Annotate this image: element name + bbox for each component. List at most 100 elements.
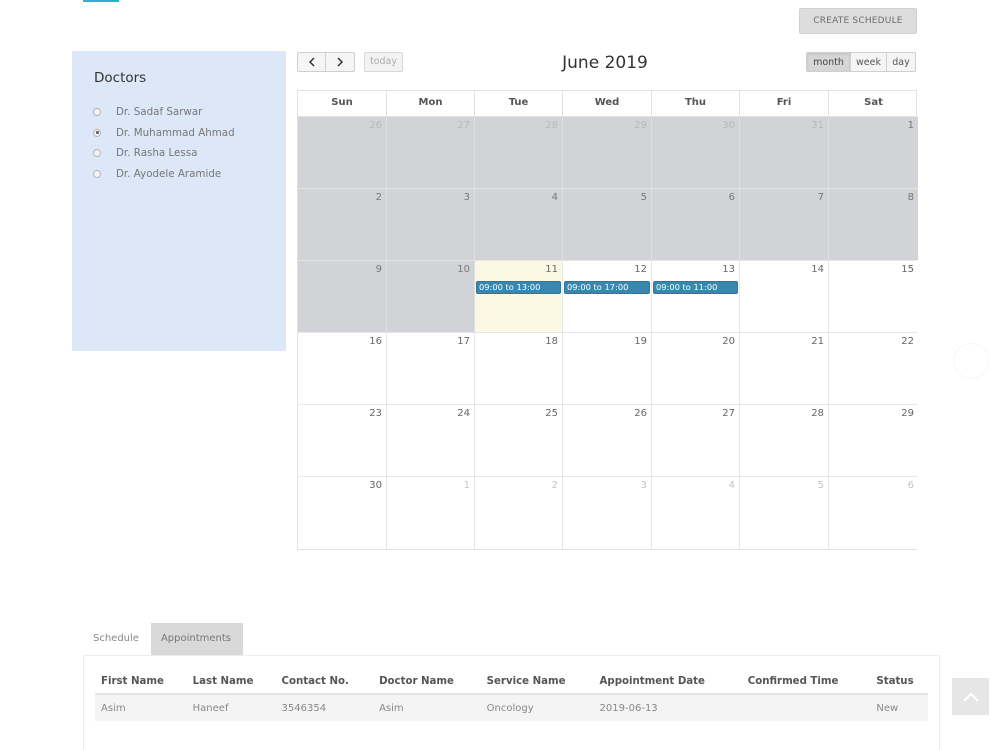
- column-header: Confirmed Time: [741, 669, 871, 695]
- column-header: Contact No.: [275, 669, 374, 695]
- tab-schedule[interactable]: Schedule: [83, 623, 151, 655]
- appointments-panel: First Name Last Name Contact No. Doctor Nam…: [83, 655, 940, 750]
- calendar-day-cell[interactable]: 19: [563, 333, 652, 404]
- chevron-left-icon: [308, 57, 315, 67]
- calendar-day-cell[interactable]: 22: [829, 333, 918, 404]
- calendar-day-cell[interactable]: 5: [740, 477, 829, 549]
- calendar-day-cell[interactable]: 29: [563, 117, 652, 188]
- calendar-day-cell[interactable]: 5: [563, 189, 652, 260]
- calendar-day-cell[interactable]: 30: [652, 117, 740, 188]
- table-row[interactable]: Asim Haneef 3546354 Asim Oncology 2019-06-13 N…: [95, 694, 928, 721]
- calendar-day-cell[interactable]: 26: [298, 117, 387, 188]
- calendar-day-cell[interactable]: 30: [298, 477, 387, 549]
- doctor-radio[interactable]: [93, 169, 101, 178]
- day-number: 16: [369, 336, 382, 347]
- day-view-button[interactable]: day: [887, 52, 916, 72]
- doctor-option[interactable]: Dr. Ayodele Aramide: [93, 164, 235, 185]
- calendar-day-cell[interactable]: 17: [387, 333, 475, 404]
- month-view-button[interactable]: month: [806, 52, 851, 72]
- calendar-day-cell[interactable]: 1: [829, 117, 918, 188]
- day-number: 4: [728, 480, 735, 491]
- day-number: 14: [811, 264, 824, 275]
- weekday-mon: Mon: [387, 91, 475, 116]
- column-header: Last Name: [186, 669, 276, 695]
- day-number: 2: [375, 192, 382, 203]
- day-number: 15: [901, 264, 914, 275]
- calendar-day-cell[interactable]: 10: [387, 261, 475, 332]
- doctors-list: Dr. Sadaf Sarwar Dr. Muhammad Ahmad Dr. Ra…: [93, 102, 235, 184]
- calendar-week-row: 30 1 2 3 4 5 6: [298, 477, 918, 549]
- calendar-day-cell[interactable]: 24: [387, 405, 475, 476]
- day-number: 31: [811, 120, 824, 131]
- calendar-day-cell[interactable]: 27: [387, 117, 475, 188]
- schedule-event[interactable]: 09:00 to 17:00: [564, 281, 650, 294]
- calendar-day-cell[interactable]: 27: [652, 405, 740, 476]
- calendar-day-cell[interactable]: 6: [652, 189, 740, 260]
- next-month-button[interactable]: [326, 52, 355, 72]
- calendar-day-cell[interactable]: 8: [829, 189, 918, 260]
- column-header: Doctor Name: [373, 669, 481, 695]
- day-number: 30: [722, 120, 735, 131]
- weekday-header: Sun Mon Tue Wed Thu Fri Sat: [298, 91, 916, 117]
- scroll-to-top-button[interactable]: [952, 678, 989, 715]
- calendar-day-cell[interactable]: 3: [387, 189, 475, 260]
- calendar-day-cell[interactable]: 6: [829, 477, 918, 549]
- calendar-day-cell[interactable]: 28: [740, 405, 829, 476]
- weekday-tue: Tue: [475, 91, 563, 116]
- calendar-day-cell[interactable]: 9: [298, 261, 387, 332]
- weekday-sun: Sun: [298, 91, 387, 116]
- calendar-day-cell[interactable]: 13 09:00 to 11:00: [652, 261, 740, 332]
- calendar-day-cell[interactable]: 18: [475, 333, 563, 404]
- calendar-day-cell[interactable]: 3: [563, 477, 652, 549]
- calendar-day-cell[interactable]: 2: [298, 189, 387, 260]
- doctor-option[interactable]: Dr. Rasha Lessa: [93, 143, 235, 164]
- calendar-day-cell[interactable]: 2: [475, 477, 563, 549]
- calendar-day-cell[interactable]: 11 09:00 to 13:00: [475, 261, 563, 332]
- day-number: 29: [901, 408, 914, 419]
- calendar-day-cell[interactable]: 25: [475, 405, 563, 476]
- weekday-fri: Fri: [740, 91, 829, 116]
- doctor-radio[interactable]: [93, 108, 101, 117]
- schedule-event[interactable]: 09:00 to 13:00: [476, 281, 561, 294]
- day-number: 24: [457, 408, 470, 419]
- column-header: Appointment Date: [593, 669, 742, 695]
- table-header-row: First Name Last Name Contact No. Doctor Nam…: [95, 669, 928, 695]
- calendar-day-cell[interactable]: 26: [563, 405, 652, 476]
- week-view-button[interactable]: week: [851, 52, 887, 72]
- day-number: 18: [545, 336, 558, 347]
- doctor-option[interactable]: Dr. Muhammad Ahmad: [93, 123, 235, 144]
- day-number: 25: [545, 408, 558, 419]
- calendar-day-cell[interactable]: 4: [652, 477, 740, 549]
- doctor-option[interactable]: Dr. Sadaf Sarwar: [93, 102, 235, 123]
- table-cell: [741, 694, 871, 721]
- table-cell: Asim: [373, 694, 481, 721]
- schedule-event[interactable]: 09:00 to 11:00: [653, 281, 738, 294]
- calendar-day-cell[interactable]: 29: [829, 405, 918, 476]
- day-number: 9: [375, 264, 382, 275]
- weekday-thu: Thu: [652, 91, 740, 116]
- day-number: 5: [640, 192, 647, 203]
- calendar-day-cell[interactable]: 16: [298, 333, 387, 404]
- calendar-day-cell[interactable]: 12 09:00 to 17:00: [563, 261, 652, 332]
- doctor-radio[interactable]: [93, 149, 101, 158]
- calendar-day-cell[interactable]: 7: [740, 189, 829, 260]
- prev-month-button[interactable]: [297, 52, 326, 72]
- day-number: 26: [369, 120, 382, 131]
- calendar-day-cell[interactable]: 20: [652, 333, 740, 404]
- table-cell: New: [870, 694, 928, 721]
- calendar-day-cell[interactable]: 14: [740, 261, 829, 332]
- tab-appointments[interactable]: Appointments: [150, 623, 244, 655]
- calendar-day-cell[interactable]: 31: [740, 117, 829, 188]
- day-number: 21: [811, 336, 824, 347]
- today-button[interactable]: today: [364, 52, 403, 72]
- day-number: 11: [545, 264, 558, 275]
- calendar-day-cell[interactable]: 28: [475, 117, 563, 188]
- calendar-day-cell[interactable]: 21: [740, 333, 829, 404]
- calendar-day-cell[interactable]: 1: [387, 477, 475, 549]
- calendar-day-cell[interactable]: 15: [829, 261, 918, 332]
- calendar-day-cell[interactable]: 4: [475, 189, 563, 260]
- day-number: 23: [369, 408, 382, 419]
- create-schedule-button[interactable]: CREATE SCHEDULE: [799, 8, 917, 34]
- doctor-radio[interactable]: [93, 128, 101, 137]
- calendar-day-cell[interactable]: 23: [298, 405, 387, 476]
